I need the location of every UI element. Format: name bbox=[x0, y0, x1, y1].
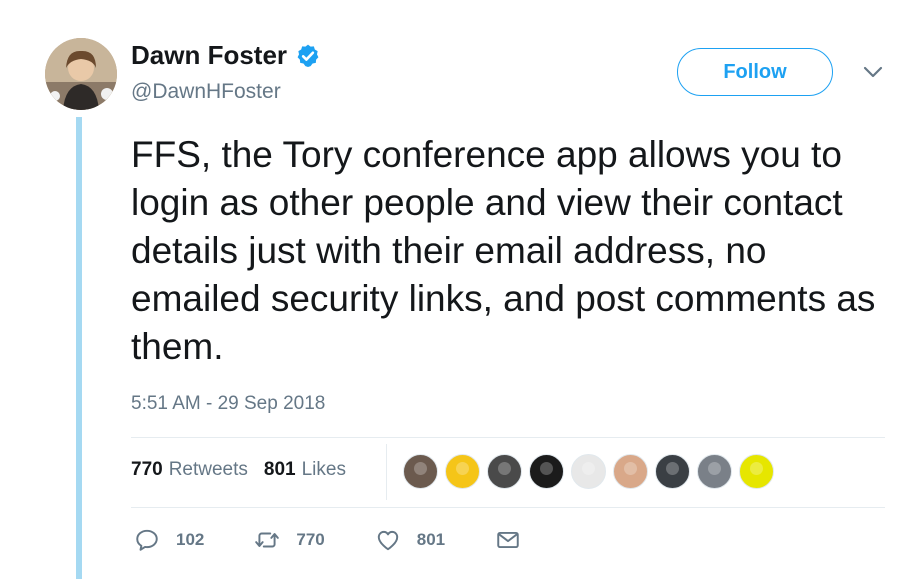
retweet-icon bbox=[255, 532, 280, 548]
author-name-row[interactable]: Dawn Foster bbox=[131, 40, 321, 71]
tweet-actions: 102 770 801 bbox=[134, 527, 587, 553]
liker-avatar-2[interactable] bbox=[445, 454, 480, 489]
heart-icon bbox=[377, 530, 398, 551]
liker-avatars bbox=[403, 454, 781, 489]
liker-avatar-7[interactable] bbox=[655, 454, 690, 489]
liker-avatar-5[interactable] bbox=[571, 454, 606, 489]
stats-top-divider bbox=[131, 437, 885, 438]
retweets-label[interactable]: Retweets bbox=[169, 459, 248, 481]
author-name[interactable]: Dawn Foster bbox=[131, 40, 287, 71]
engagement-stats: 770 Retweets 801 Likes bbox=[131, 459, 346, 481]
follow-button[interactable]: Follow bbox=[677, 48, 833, 96]
direct-message-button[interactable] bbox=[495, 527, 537, 553]
author-handle[interactable]: @DawnHFoster bbox=[131, 80, 281, 104]
reply-icon bbox=[136, 529, 158, 551]
liker-avatar-3[interactable] bbox=[487, 454, 522, 489]
liker-avatar-8[interactable] bbox=[697, 454, 732, 489]
thread-connector-line bbox=[76, 117, 82, 579]
liker-avatar-1[interactable] bbox=[403, 454, 438, 489]
reply-count: 102 bbox=[176, 530, 205, 549]
envelope-icon bbox=[497, 531, 519, 549]
liker-avatar-6[interactable] bbox=[613, 454, 648, 489]
liker-avatar-9[interactable] bbox=[739, 454, 774, 489]
stats-bottom-divider bbox=[131, 507, 885, 508]
like-button[interactable]: 801 bbox=[375, 527, 445, 553]
likes-count[interactable]: 801 bbox=[264, 459, 296, 481]
likes-label[interactable]: Likes bbox=[302, 459, 346, 481]
retweet-count: 770 bbox=[296, 530, 325, 549]
author-avatar[interactable] bbox=[45, 38, 117, 110]
like-count: 801 bbox=[416, 530, 446, 549]
retweets-count[interactable]: 770 bbox=[131, 459, 163, 481]
reply-button[interactable]: 102 bbox=[134, 527, 204, 553]
liker-avatar-4[interactable] bbox=[529, 454, 564, 489]
verified-badge-icon bbox=[297, 44, 319, 67]
tweet-text: FFS, the Tory conference app allows you … bbox=[131, 134, 876, 367]
retweet-button[interactable]: 770 bbox=[254, 527, 325, 553]
stats-separator bbox=[386, 444, 387, 500]
tweet-timestamp[interactable]: 5:51 AM - 29 Sep 2018 bbox=[131, 393, 325, 415]
chevron-down-icon[interactable] bbox=[862, 64, 884, 80]
